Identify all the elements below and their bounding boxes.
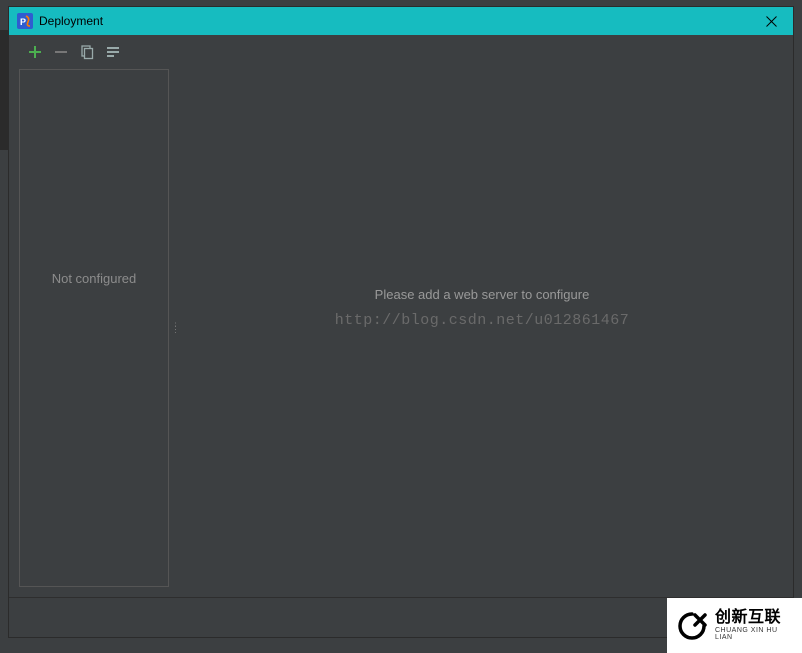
watermark-text: http://blog.csdn.net/u012861467 xyxy=(335,312,630,329)
copy-button[interactable] xyxy=(79,44,95,60)
deployment-dialog: P Deployment xyxy=(8,6,794,638)
content-area: Not configured ⋮⋮ Please add a web serve… xyxy=(9,63,793,597)
brand-logo-icon xyxy=(675,609,709,643)
remove-button[interactable] xyxy=(53,44,69,60)
close-button[interactable] xyxy=(757,7,785,35)
dialog-body: Not configured ⋮⋮ Please add a web serve… xyxy=(9,35,793,637)
toolbar xyxy=(9,35,793,63)
brand-text: 创新互联 CHUANG XIN HU LIAN xyxy=(715,609,794,642)
app-icon: P xyxy=(17,13,33,29)
brand-watermark: 创新互联 CHUANG XIN HU LIAN xyxy=(667,598,802,653)
svg-text:P: P xyxy=(20,17,26,27)
details-panel: Please add a web server to configure htt… xyxy=(181,69,783,587)
titlebar[interactable]: P Deployment xyxy=(9,7,793,35)
brand-name-en: CHUANG XIN HU LIAN xyxy=(715,627,794,642)
splitter-handle[interactable]: ⋮⋮ xyxy=(173,69,177,587)
options-icon[interactable] xyxy=(105,44,121,60)
not-configured-label: Not configured xyxy=(52,271,137,286)
server-list-panel[interactable]: Not configured xyxy=(19,69,169,587)
brand-name-cn: 创新互联 xyxy=(715,609,794,627)
empty-message: Please add a web server to configure xyxy=(375,287,590,302)
background-strip xyxy=(0,30,8,150)
add-button[interactable] xyxy=(27,44,43,60)
window-title: Deployment xyxy=(39,14,757,28)
